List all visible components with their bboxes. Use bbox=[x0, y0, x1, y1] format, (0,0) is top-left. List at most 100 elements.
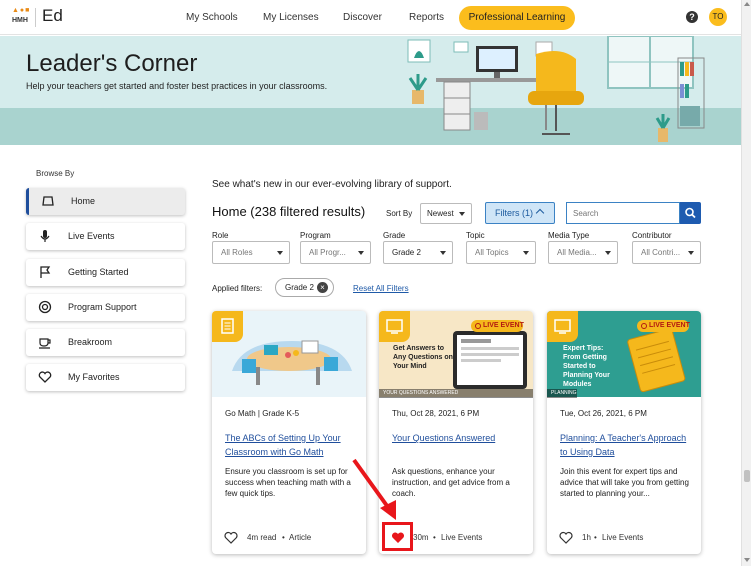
card-meta: Thu, Oct 28, 2021, 6 PM bbox=[392, 409, 480, 418]
search-input[interactable] bbox=[566, 202, 680, 224]
home-icon bbox=[42, 196, 54, 206]
filter-value: All Media... bbox=[557, 248, 597, 257]
card-description: Ask questions, enhance your instruction,… bbox=[392, 467, 510, 498]
filter-label-contributor: Contributor bbox=[632, 231, 672, 240]
live-event-tag-label: LIVE EVENT bbox=[483, 322, 524, 329]
coffee-cup-icon bbox=[39, 338, 51, 349]
favorite-heart-icon[interactable] bbox=[224, 531, 238, 544]
avatar[interactable]: TO bbox=[709, 8, 727, 26]
reset-all-filters-link[interactable]: Reset All Filters bbox=[353, 284, 409, 293]
sidebar-item-home[interactable]: Home bbox=[26, 188, 185, 215]
chevron-down-icon bbox=[459, 212, 465, 216]
annotation-arrow bbox=[352, 458, 396, 520]
card-dot-separator: • bbox=[594, 533, 597, 542]
filter-label-role: Role bbox=[212, 231, 229, 240]
scroll-up-arrow-icon[interactable] bbox=[744, 2, 750, 6]
card-dot-separator: • bbox=[282, 533, 285, 542]
document-icon bbox=[221, 318, 234, 334]
live-event-badge bbox=[547, 311, 578, 342]
filter-value: All Contri... bbox=[641, 248, 681, 257]
chevron-down-icon bbox=[440, 251, 446, 255]
search-button[interactable] bbox=[680, 202, 701, 224]
live-event-tag-label: LIVE EVENT bbox=[649, 322, 690, 329]
chevron-down-icon bbox=[605, 251, 611, 255]
app-name[interactable]: Ed bbox=[42, 6, 63, 26]
screen-icon bbox=[554, 319, 571, 334]
sort-select[interactable]: Newest bbox=[420, 203, 472, 224]
sidebar-item-live-events[interactable]: Live Events bbox=[26, 223, 185, 250]
logo-text: HMH bbox=[12, 17, 28, 24]
chevron-down-icon bbox=[523, 251, 529, 255]
flag-icon bbox=[40, 266, 51, 278]
card-description: Ensure you classroom is set up for succe… bbox=[225, 467, 351, 498]
sidebar-item-label: Live Events bbox=[68, 231, 115, 241]
chevron-down-icon bbox=[277, 251, 283, 255]
sidebar-item-label: Program Support bbox=[68, 302, 137, 312]
filter-program-select[interactable]: All Progr... bbox=[300, 241, 371, 264]
filters-toggle-button[interactable]: Filters (1) bbox=[485, 202, 555, 224]
screen-icon bbox=[386, 319, 403, 334]
filter-role-select[interactable]: All Roles bbox=[212, 241, 290, 264]
scroll-down-arrow-icon[interactable] bbox=[744, 558, 750, 562]
applied-filters-label: Applied filters: bbox=[212, 284, 263, 293]
nav-reports[interactable]: Reports bbox=[409, 8, 444, 28]
sidebar-item-my-favorites[interactable]: My Favorites bbox=[26, 364, 185, 391]
sidebar-item-getting-started[interactable]: Getting Started bbox=[26, 259, 185, 286]
annotation-highlight-box bbox=[382, 522, 413, 551]
microphone-icon bbox=[40, 230, 50, 242]
sidebar-item-label: Home bbox=[71, 196, 96, 206]
card-description: Join this event for expert tips and advi… bbox=[560, 467, 689, 498]
card-duration: 30m bbox=[413, 533, 429, 542]
page-subtitle: Help your teachers get started and foste… bbox=[26, 81, 328, 91]
nav-discover[interactable]: Discover bbox=[343, 8, 382, 28]
filter-label-program: Program bbox=[300, 231, 331, 240]
app-window: { "brand": {"logo_text": "HMH", "app_nam… bbox=[0, 0, 751, 566]
sidebar-item-label: Getting Started bbox=[68, 267, 129, 277]
content-card[interactable]: LIVE EVENT Expert Tips: From Getting Sta… bbox=[547, 311, 701, 554]
sidebar-item-program-support[interactable]: Program Support bbox=[26, 294, 185, 321]
chevron-down-icon bbox=[688, 251, 694, 255]
card-type: Live Events bbox=[441, 533, 483, 542]
article-badge bbox=[212, 311, 243, 342]
card-strip-label: PLANNING bbox=[547, 389, 577, 398]
filters-button-label: Filters (1) bbox=[495, 208, 533, 218]
card-title-link[interactable]: Your Questions Answered bbox=[392, 431, 520, 445]
sidebar-item-breakroom[interactable]: Breakroom bbox=[26, 329, 185, 356]
card-type: Live Events bbox=[602, 533, 644, 542]
filter-grade-select[interactable]: Grade 2 bbox=[383, 241, 453, 264]
page-scrollbar[interactable] bbox=[741, 0, 751, 566]
remove-filter-icon[interactable]: × bbox=[317, 282, 328, 293]
nav-professional-learning[interactable]: Professional Learning bbox=[459, 6, 575, 30]
filter-media-type-select[interactable]: All Media... bbox=[548, 241, 618, 264]
scroll-thumb[interactable] bbox=[744, 470, 750, 482]
card-meta: Tue, Oct 26, 2021, 6 PM bbox=[560, 409, 647, 418]
filter-label-media-type: Media Type bbox=[548, 231, 590, 240]
favorite-heart-icon[interactable] bbox=[559, 531, 573, 544]
card-strip-label: YOUR QUESTIONS ANSWERED bbox=[379, 389, 533, 398]
office-illustration bbox=[407, 36, 705, 142]
card-type: Article bbox=[289, 533, 312, 542]
filter-label-topic: Topic bbox=[466, 231, 485, 240]
card-duration: 1h bbox=[582, 533, 591, 542]
lifebuoy-icon bbox=[38, 300, 52, 314]
nav-my-licenses[interactable]: My Licenses bbox=[263, 8, 319, 28]
chevron-down-icon bbox=[358, 251, 364, 255]
heart-icon bbox=[38, 371, 52, 383]
chevron-up-icon bbox=[535, 208, 545, 218]
card-meta: Go Math | Grade K-5 bbox=[225, 409, 300, 418]
sidebar-item-label: My Favorites bbox=[68, 372, 120, 382]
card-title-link[interactable]: Planning: A Teacher's Approach to Using … bbox=[560, 431, 688, 459]
chip-label: Grade 2 bbox=[285, 283, 314, 292]
content-card[interactable]: Go Math | Grade K-5 The ABCs of Setting … bbox=[212, 311, 366, 554]
help-icon[interactable]: ? bbox=[686, 11, 698, 23]
card-dot-separator: • bbox=[433, 533, 436, 542]
filter-contributor-select[interactable]: All Contri... bbox=[632, 241, 701, 264]
logo-mark-icon: ▲●■ bbox=[12, 7, 31, 14]
nav-my-schools[interactable]: My Schools bbox=[186, 8, 238, 28]
filter-topic-select[interactable]: All Topics bbox=[466, 241, 536, 264]
card-title-link[interactable]: The ABCs of Setting Up Your Classroom wi… bbox=[225, 431, 353, 459]
hmh-logo[interactable]: ▲●■ HMH bbox=[12, 7, 34, 27]
sort-value: Newest bbox=[427, 209, 454, 218]
page-title: Leader's Corner bbox=[26, 50, 198, 77]
sidebar-title: Browse By bbox=[36, 169, 75, 178]
